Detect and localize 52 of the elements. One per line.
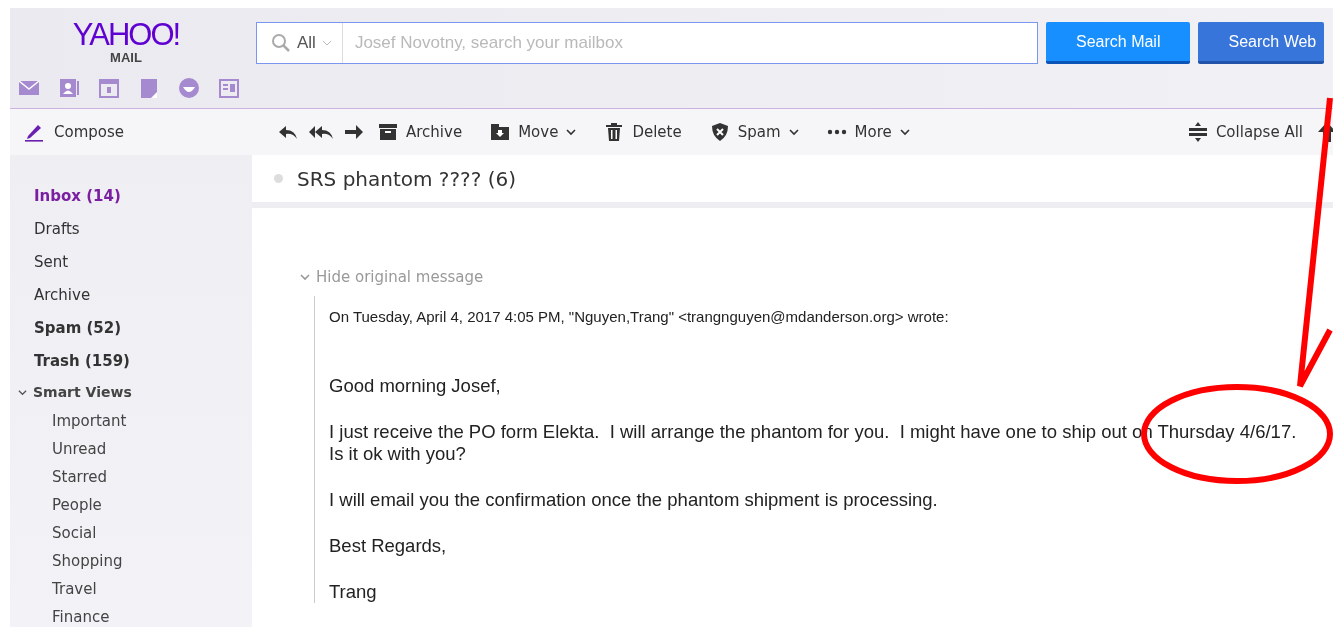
caret-icon [566,127,577,137]
toolbar-button[interactable]: More [822,122,914,142]
collapse-all-button[interactable]: Collapse All [1181,121,1309,143]
trash-icon [604,122,625,142]
folder-arrow-icon [490,122,511,142]
smart-views-toggle[interactable]: Smart Views [10,377,138,407]
search-field[interactable]: All Josef Novotny, search your mailbox [256,22,1038,64]
toolbar-button[interactable]: Spam [705,122,803,142]
chevron-icon [300,272,310,282]
calendar-icon[interactable] [98,77,120,99]
caret-icon [321,38,332,48]
status-dot [274,174,283,183]
caret-icon [899,127,910,137]
logo-subtitle: MAIL [110,50,142,65]
folder-item[interactable]: Inbox (14) [10,179,121,212]
compose-button[interactable]: Compose [10,109,252,155]
contacts-icon[interactable] [58,77,80,99]
logo-wordmark[interactable]: YAHOO! [72,20,180,50]
folder-item[interactable]: Trash (159) [10,344,130,377]
collapse-icon [1187,122,1208,142]
message-paragraph: Good morning Josef, [329,375,502,397]
thread-subject: SRS phantom ???? (6) [297,166,516,191]
smart-view-item[interactable]: Finance [10,603,116,627]
archive-box-icon [378,122,398,142]
folder-item[interactable]: Archive [10,278,91,311]
search-icon [271,33,291,53]
smart-view-item[interactable]: Shopping [10,547,129,575]
message-paragraph: Trang [329,581,378,603]
folder-item[interactable]: Sent [10,245,69,278]
search-button[interactable]: Search Web [1198,22,1325,64]
smart-view-item[interactable]: People [10,491,108,519]
notepad-icon[interactable] [138,77,160,99]
toolbar-button[interactable]: Move [486,122,581,142]
shield-x-icon [709,122,730,142]
smart-view-item[interactable]: Starred [10,463,114,491]
arrow-right-icon[interactable] [344,122,364,142]
toolbar-button[interactable]: Archive [374,122,467,142]
folder-item[interactable]: Drafts [10,212,80,245]
caret-icon [788,127,799,137]
message-paragraph: I will email you the confirmation once the phantom shipment is processing. [329,489,939,511]
folder-item[interactable]: Spam (52) [10,311,122,344]
quote-header: On Tuesday, April 4, 2017 4:05 PM, "Nguyen,Trang" <trangnguyen@mdanderson.org> wrote: [329,307,950,325]
smart-view-item[interactable]: Unread [10,435,113,463]
pencil-icon [24,122,44,142]
newspaper-icon[interactable] [218,77,240,99]
smart-view-item[interactable]: Travel [10,575,103,603]
smart-view-item[interactable]: Social [10,519,103,547]
scope-dropdown[interactable]: All [257,23,343,63]
message-paragraph: Best Regards, [329,535,448,557]
chevron-icon [18,387,27,397]
toolbar-button[interactable]: Delete [600,122,686,142]
smart-view-item[interactable]: Important [10,407,133,435]
